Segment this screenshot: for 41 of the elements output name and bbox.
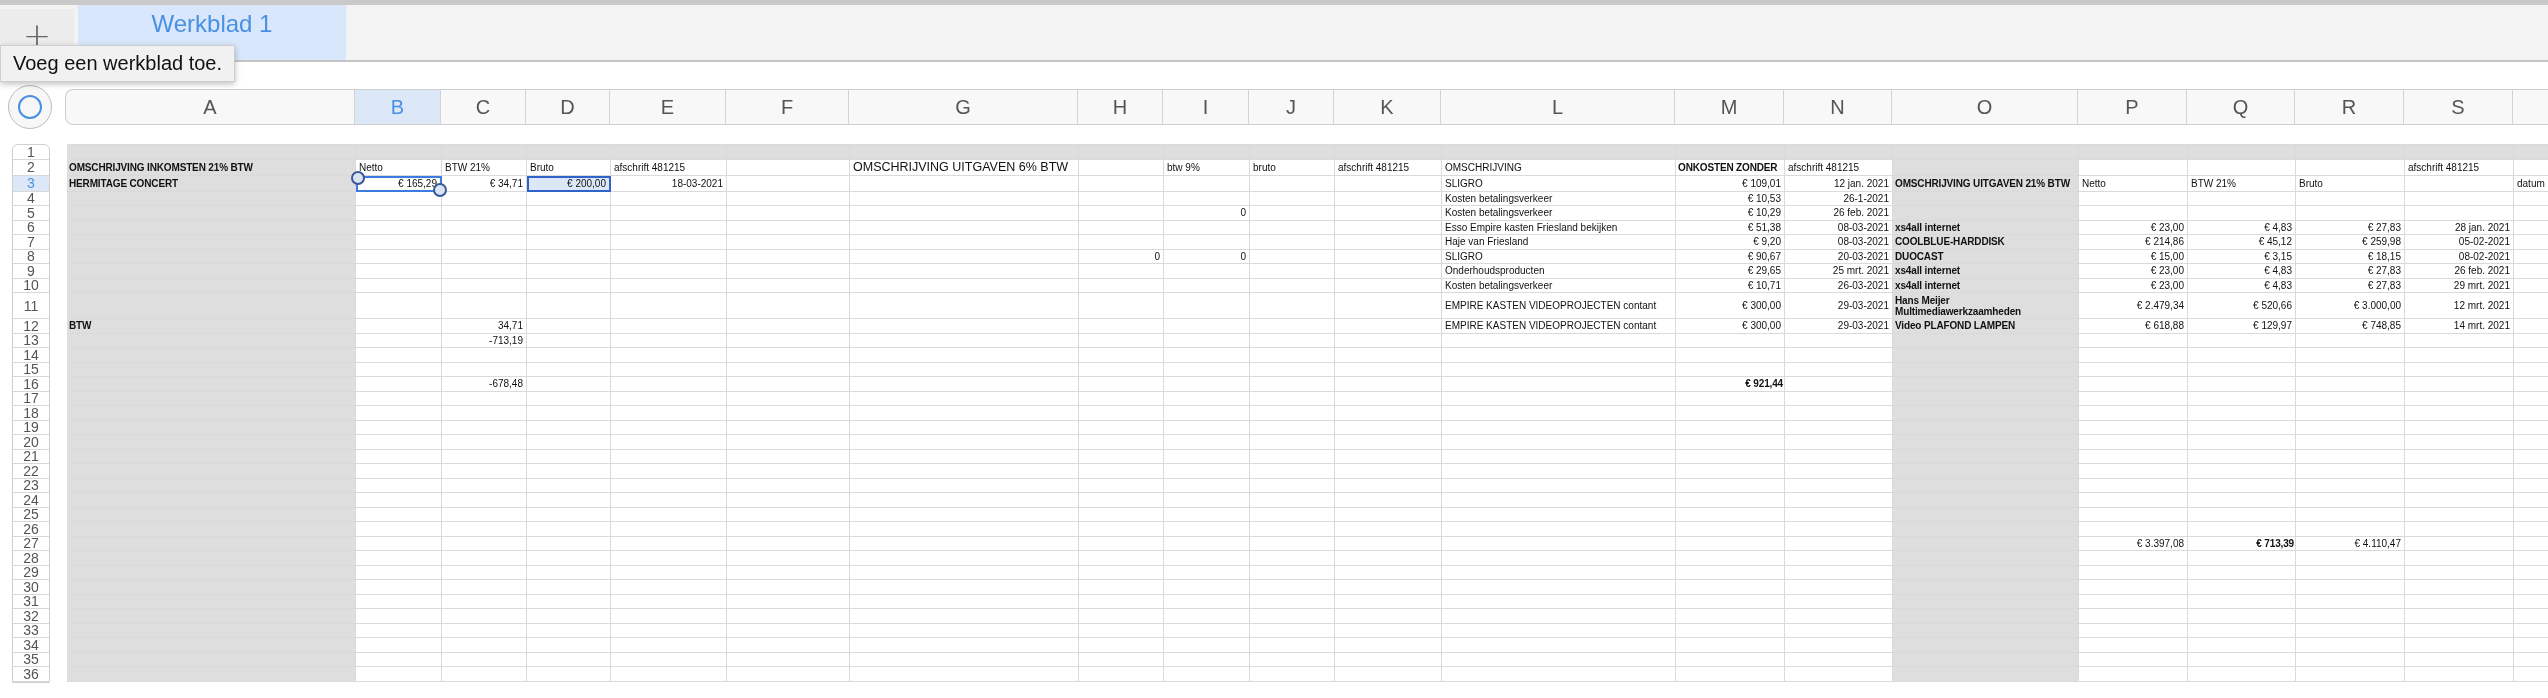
table-cell: € 520,66: [2188, 293, 2296, 319]
table-cell: 12 mrt. 2021: [2405, 293, 2514, 319]
table-cell: COOLBLUE-HARDDISK: [1893, 235, 2079, 250]
table-cell: 25 mrt. 2021: [1785, 264, 1893, 279]
table-cell: € 27,83: [2296, 264, 2405, 279]
table-cell: € 300,00: [1676, 293, 1785, 319]
table-cell: € 129,97: [2188, 319, 2296, 334]
table-cell: € 45,12: [2188, 235, 2296, 250]
table-cell: Onderhoudsproducten: [1442, 264, 1676, 279]
table-cell: 29-03-2021: [1785, 293, 1893, 319]
table-cell: € 3.000,00: [2296, 293, 2405, 319]
table-cell: Hans Meijer Multimediawerkzaamheden: [1893, 293, 2079, 319]
table-cell: € 618,88: [2079, 319, 2188, 334]
tooltip: Voeg een werkblad toe.: [0, 45, 236, 82]
table-cell: € 29,65: [1676, 264, 1785, 279]
table-cell: 14 mrt. 2021: [2405, 319, 2514, 334]
table-cell: € 921,44: [1676, 377, 1785, 392]
table-cell: BTW: [67, 319, 356, 334]
table-cell: € 300,00: [1676, 319, 1785, 334]
table-cell: 0: [1164, 206, 1250, 221]
table-cell: € 23,00: [2079, 264, 2188, 279]
table-cell: 26 feb. 2021: [2405, 264, 2514, 279]
table-cell: 05-02-2021: [2405, 235, 2514, 250]
table-cell: Kosten betalingsverkeer: [1442, 206, 1676, 221]
table-cell: € 4,83: [2188, 264, 2296, 279]
table-cell: € 259,98: [2296, 235, 2405, 250]
table-cell: € 748,85: [2296, 319, 2405, 334]
table-cell: EMPIRE KASTEN VIDEOPROJECTEN contant: [1442, 319, 1676, 334]
table-cell: -678,48: [442, 377, 527, 392]
table-cell: 34,71: [442, 319, 527, 334]
table-cell: 29-03-2021: [1785, 319, 1893, 334]
table-cell: EMPIRE KASTEN VIDEOPROJECTEN contant: [1442, 293, 1676, 319]
table-cell: € 10,29: [1676, 206, 1785, 221]
table-cell: 08-03-2021: [1785, 235, 1893, 250]
table-cell: Video PLAFOND LAMPEN: [1893, 319, 2079, 334]
table-cell: xs4all internet: [1893, 264, 2079, 279]
table-cell: Haje van Friesland: [1442, 235, 1676, 250]
table-cell: 26 feb. 2021: [1785, 206, 1893, 221]
table-cell: € 214,86: [2079, 235, 2188, 250]
table-cell: € 2.479,34: [2079, 293, 2188, 319]
table-cell: € 9,20: [1676, 235, 1785, 250]
